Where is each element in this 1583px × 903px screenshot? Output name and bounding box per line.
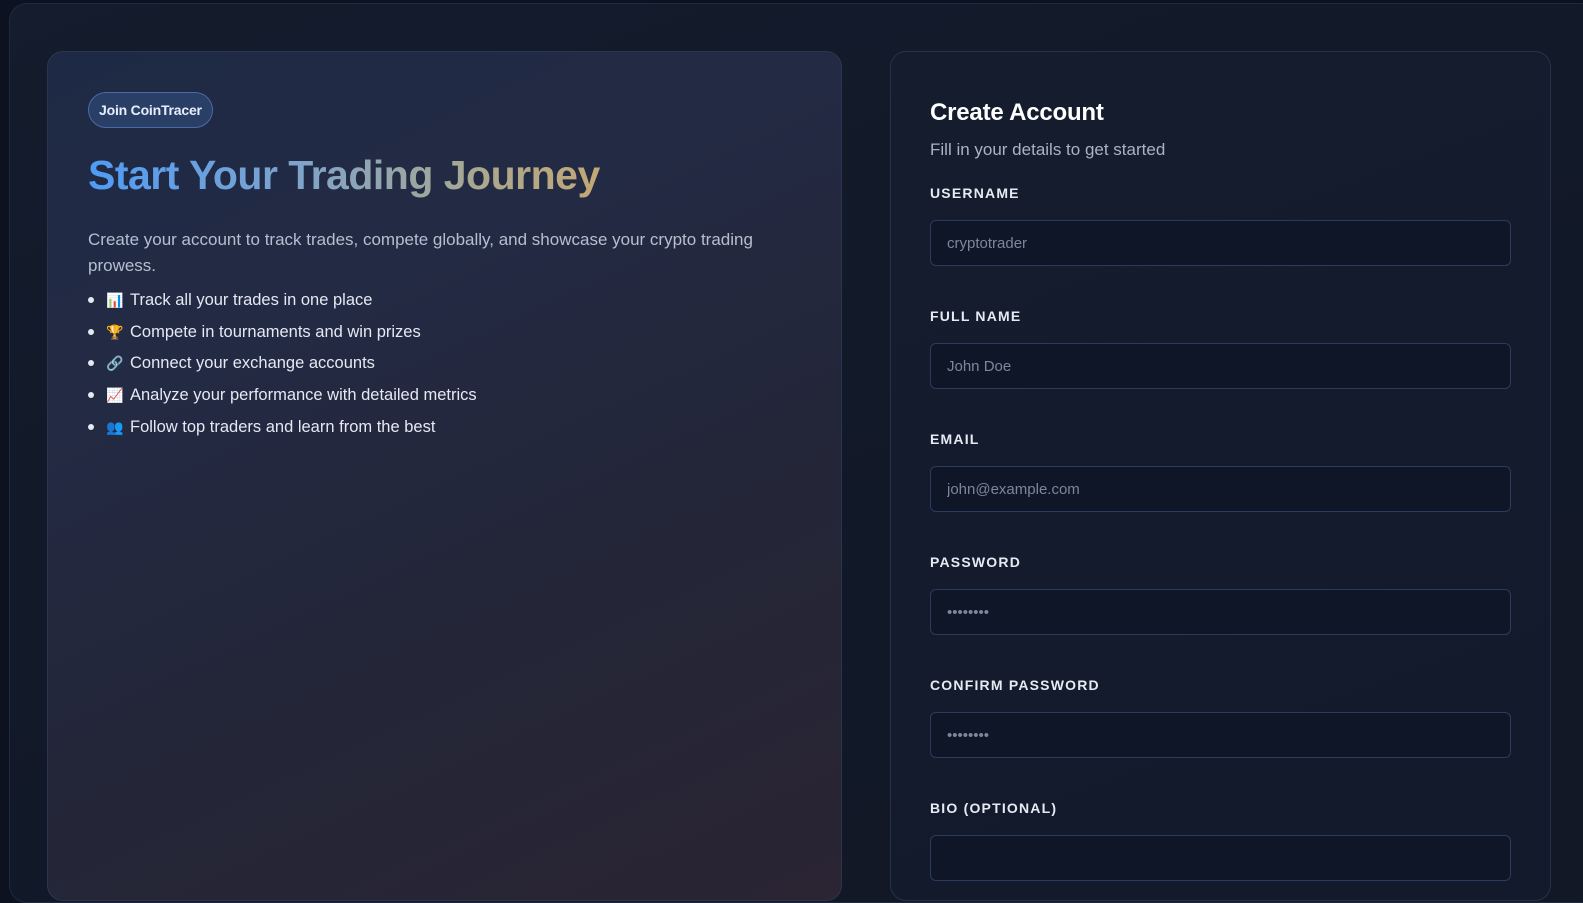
join-badge: Join CoinTracer [88, 92, 213, 128]
feature-item: 🏆 Compete in tournaments and win prizes [88, 320, 477, 352]
email-input[interactable] [930, 466, 1511, 512]
feature-text: Follow top traders and learn from the be… [130, 417, 436, 436]
signup-form-panel: Create Account Fill in your details to g… [890, 51, 1551, 901]
confirm-password-input[interactable] [930, 712, 1511, 758]
feature-item: 📊 Track all your trades in one place [88, 288, 477, 320]
full-name-label: FULL NAME [930, 308, 1022, 324]
feature-list: 📊 Track all your trades in one place 🏆 Com… [88, 288, 477, 446]
password-label: PASSWORD [930, 554, 1022, 570]
hero-title: Start Your Trading Journey [88, 152, 600, 198]
form-subtitle: Fill in your details to get started [930, 140, 1166, 159]
users-icon: 👥 [106, 418, 124, 435]
welcome-panel: Join CoinTracer Start Your Trading Journ… [47, 51, 842, 901]
trending-up-icon: 📈 [106, 387, 124, 404]
username-input[interactable] [930, 220, 1511, 266]
trophy-icon: 🏆 [106, 323, 124, 340]
bar-chart-icon: 📊 [106, 292, 124, 308]
feature-text: Track all your trades in one place [130, 291, 373, 309]
feature-item: 📈 Analyze your performance with detailed … [88, 383, 477, 415]
feature-text: Connect your exchange accounts [130, 354, 375, 373]
feature-item: 🔗 Connect your exchange accounts [88, 351, 477, 383]
confirm-password-label: CONFIRM PASSWORD [930, 677, 1100, 693]
hero-description: Create your account to track trades, com… [88, 230, 753, 275]
bio-input[interactable] [930, 835, 1511, 881]
link-icon: 🔗 [106, 355, 124, 372]
email-label: EMAIL [930, 431, 980, 447]
form-title: Create Account [930, 99, 1104, 126]
bio-label: BIO (OPTIONAL) [930, 800, 1058, 816]
feature-text: Compete in tournaments and win prizes [130, 322, 421, 341]
feature-text: Analyze your performance with detailed m… [130, 386, 477, 405]
full-name-input[interactable] [930, 343, 1511, 389]
feature-item: 👥 Follow top traders and learn from the b… [88, 415, 477, 447]
username-label: USERNAME [930, 185, 1020, 201]
password-input[interactable] [930, 589, 1511, 635]
